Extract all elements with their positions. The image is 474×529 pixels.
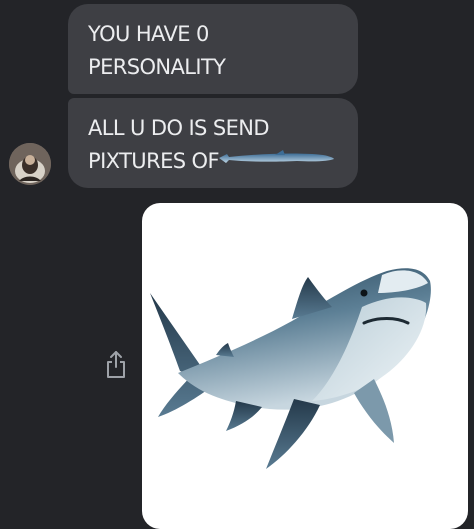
message-text: ALL U DO IS SEND [88, 116, 270, 140]
share-icon[interactable] [104, 348, 128, 380]
message-bubble[interactable]: YOU HAVE 0 PERSONALITY [68, 4, 358, 94]
message-text: PERSONALITY [88, 55, 226, 79]
avatar-icon [9, 143, 51, 185]
image-attachment[interactable] [142, 203, 468, 529]
chat-thread: YOU HAVE 0 PERSONALITY ALL U DO IS SEND … [0, 0, 474, 529]
shark-image [150, 268, 431, 469]
message-text: YOU HAVE 0 [88, 22, 209, 46]
message-bubble[interactable]: ALL U DO IS SEND PIXTURES OF [68, 98, 358, 188]
message-text: PIXTURES OF [88, 149, 220, 173]
shark-emoji-icon [218, 150, 334, 163]
avatar[interactable] [9, 143, 51, 185]
message-line: PIXTURES OF [88, 145, 342, 178]
